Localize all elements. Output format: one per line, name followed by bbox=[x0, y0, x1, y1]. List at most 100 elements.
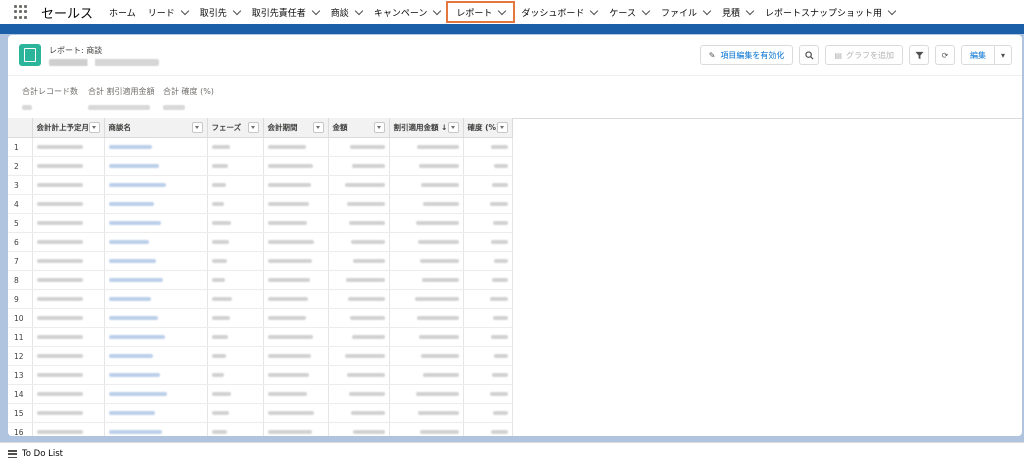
chevron-down-icon[interactable] bbox=[702, 6, 712, 15]
table-row[interactable]: 8 bbox=[8, 270, 513, 290]
table-row[interactable]: 6 bbox=[8, 232, 513, 252]
chevron-down-icon[interactable] bbox=[590, 6, 599, 15]
table-cell[interactable] bbox=[104, 327, 208, 347]
table-row[interactable]: 10 bbox=[8, 308, 513, 328]
table-cell bbox=[263, 175, 329, 195]
table-row[interactable]: 9 bbox=[8, 289, 513, 309]
nav-item-label: ファイル bbox=[660, 8, 697, 19]
table-cell[interactable] bbox=[104, 251, 208, 271]
table-cell[interactable] bbox=[104, 403, 208, 423]
nav-item-2[interactable]: 取引先 bbox=[194, 0, 246, 24]
table-cell[interactable] bbox=[104, 384, 208, 404]
chevron-down-icon[interactable] bbox=[498, 6, 507, 15]
chevron-down-icon[interactable] bbox=[433, 6, 442, 15]
report-card: レポート: 商談 ✎ 項目編集を有効化 ▤ グラフを追加 ⟳ 編集 ▾ 合計レコ… bbox=[8, 35, 1022, 436]
add-chart-label: グラフを追加 bbox=[846, 50, 894, 60]
edit-menu-button[interactable]: ▾ bbox=[995, 45, 1012, 65]
table-header-row: 会計計上予定月 商談名 フェーズ 会計期間 金額 割引適用金額 ↓ 確度 (%) bbox=[8, 118, 513, 138]
table-row[interactable]: 5 bbox=[8, 213, 513, 233]
table-cell[interactable] bbox=[104, 346, 208, 366]
chevron-down-icon[interactable] bbox=[887, 6, 897, 15]
column-header-2[interactable]: フェーズ bbox=[207, 118, 264, 138]
table-row[interactable]: 4 bbox=[8, 194, 513, 214]
enable-field-editing-button[interactable]: ✎ 項目編集を有効化 bbox=[699, 45, 794, 65]
table-row[interactable]: 11 bbox=[8, 327, 513, 347]
column-menu-icon[interactable] bbox=[447, 122, 459, 133]
nav-item-4[interactable]: 商談 bbox=[325, 0, 368, 24]
nav-item-11[interactable]: レポートスナップショット用 bbox=[759, 0, 901, 24]
table-cell[interactable] bbox=[104, 289, 208, 309]
table-cell bbox=[389, 251, 464, 271]
table-cell bbox=[328, 346, 390, 366]
table-cell[interactable] bbox=[104, 137, 208, 157]
table-cell bbox=[463, 308, 513, 328]
chevron-down-icon[interactable] bbox=[354, 6, 364, 15]
table-cell[interactable] bbox=[104, 213, 208, 233]
table-row[interactable]: 13 bbox=[8, 365, 513, 385]
table-row[interactable]: 12 bbox=[8, 346, 513, 366]
search-button[interactable] bbox=[799, 45, 820, 65]
nav-item-3[interactable]: 取引先責任者 bbox=[246, 0, 325, 24]
table-cell[interactable] bbox=[104, 270, 208, 290]
nav-item-label: ケース bbox=[609, 8, 636, 19]
filter-button[interactable] bbox=[909, 45, 929, 65]
table-row[interactable]: 1 bbox=[8, 137, 513, 157]
redacted-value bbox=[351, 164, 385, 168]
table-row[interactable]: 15 bbox=[8, 403, 513, 423]
refresh-button[interactable]: ⟳ bbox=[935, 45, 955, 65]
table-row[interactable]: 14 bbox=[8, 384, 513, 404]
redacted-value bbox=[267, 335, 313, 339]
redacted-value bbox=[418, 335, 459, 339]
column-header-5[interactable]: 割引適用金額 ↓ bbox=[389, 118, 464, 138]
table-cell[interactable] bbox=[104, 422, 208, 436]
column-header-3[interactable]: 会計期間 bbox=[263, 118, 329, 138]
redacted-value bbox=[489, 202, 508, 206]
table-cell[interactable] bbox=[104, 308, 208, 328]
table-row[interactable]: 2 bbox=[8, 156, 513, 176]
redacted-value bbox=[108, 411, 155, 415]
edit-button[interactable]: 編集 bbox=[961, 45, 995, 65]
column-menu-icon[interactable] bbox=[88, 122, 100, 133]
nav-item-0[interactable]: ホーム bbox=[103, 0, 142, 24]
column-header-4[interactable]: 金額 bbox=[328, 118, 390, 138]
table-row[interactable]: 16 bbox=[8, 422, 513, 436]
column-menu-icon[interactable] bbox=[247, 122, 259, 133]
column-header-1[interactable]: 商談名 bbox=[104, 118, 208, 138]
table-cell bbox=[32, 270, 105, 290]
chevron-down-icon[interactable] bbox=[641, 6, 651, 15]
table-cell[interactable] bbox=[104, 194, 208, 214]
column-menu-icon[interactable] bbox=[496, 122, 508, 133]
nav-item-label: リード bbox=[147, 8, 175, 19]
redacted-value bbox=[346, 373, 385, 377]
nav-item-1[interactable]: リード bbox=[142, 0, 194, 24]
column-header-6[interactable]: 確度 (%) bbox=[463, 118, 513, 138]
chevron-down-icon[interactable] bbox=[232, 6, 242, 15]
redacted-value bbox=[267, 373, 309, 377]
table-cell[interactable] bbox=[104, 175, 208, 195]
table-row[interactable]: 3 bbox=[8, 175, 513, 195]
nav-item-label: ダッシュボード bbox=[521, 8, 585, 19]
table-cell[interactable] bbox=[104, 156, 208, 176]
column-menu-icon[interactable] bbox=[312, 122, 324, 133]
column-header-0[interactable]: 会計計上予定月 bbox=[32, 118, 105, 138]
table-row[interactable]: 7 bbox=[8, 251, 513, 271]
chevron-down-icon[interactable] bbox=[180, 6, 190, 15]
todo-list-button[interactable]: To Do List bbox=[0, 449, 63, 459]
chevron-down-icon[interactable] bbox=[311, 6, 321, 15]
table-cell[interactable] bbox=[104, 232, 208, 252]
nav-item-7[interactable]: ダッシュボード bbox=[515, 0, 603, 24]
table-body: 1234567891011121314151617 bbox=[8, 137, 513, 436]
app-launcher-icon[interactable] bbox=[14, 5, 28, 19]
column-menu-icon[interactable] bbox=[191, 122, 203, 133]
search-icon bbox=[805, 50, 814, 60]
redacted-value bbox=[267, 240, 314, 244]
nav-item-9[interactable]: ファイル bbox=[655, 0, 716, 24]
nav-item-6[interactable]: レポート bbox=[446, 1, 516, 23]
nav-item-8[interactable]: ケース bbox=[603, 0, 655, 24]
column-menu-icon[interactable] bbox=[373, 122, 385, 133]
chevron-down-icon[interactable] bbox=[745, 6, 755, 15]
table-cell[interactable] bbox=[104, 365, 208, 385]
nav-item-5[interactable]: キャンペーン bbox=[368, 0, 447, 24]
nav-item-10[interactable]: 見積 bbox=[716, 0, 759, 24]
add-chart-button[interactable]: ▤ グラフを追加 bbox=[825, 45, 903, 65]
